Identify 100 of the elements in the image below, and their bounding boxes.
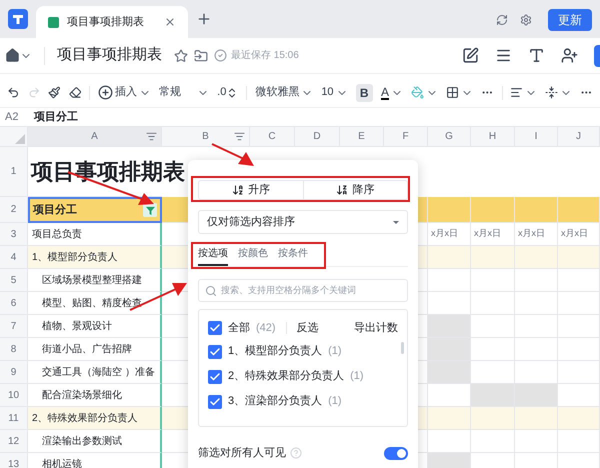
table-cell[interactable] [515,197,558,223]
star-icon[interactable] [174,48,188,62]
filter-menu-icon[interactable] [146,131,157,142]
table-cell[interactable] [471,292,515,315]
row-number[interactable]: 7 [10,318,16,334]
table-cell[interactable] [471,197,515,223]
table-cell[interactable]: 2、特殊效果部分负责人 [28,407,162,430]
browser-tab[interactable]: 项目事项排期表 [36,6,188,38]
select-all-label[interactable]: 全部 [228,320,250,336]
filter-tab[interactable]: 按条件 [278,246,308,266]
table-cell[interactable]: 模型、贴图、精度检查 [28,292,162,315]
table-cell[interactable] [558,430,600,453]
document-title[interactable]: 项目事项排期表 [57,44,162,67]
column-header[interactable]: F [402,129,409,144]
help-icon[interactable] [290,447,302,460]
search-input[interactable]: 搜索、支持用空格分隔多个关键词 [221,284,401,298]
row-number[interactable]: 5 [10,272,16,288]
update-button[interactable]: 更新 [548,9,592,31]
column-header[interactable]: E [358,129,365,144]
table-cell[interactable] [471,430,515,453]
decimal-stepper[interactable]: .0 [217,84,238,101]
sort-button[interactable]: 降序 [304,181,407,199]
font-color-button[interactable]: A [380,86,403,100]
column-header[interactable]: B [202,129,209,144]
option-label[interactable]: 3、渲染部分负责人 [228,393,322,410]
row-number[interactable]: 8 [10,342,16,356]
table-cell[interactable] [471,315,515,338]
shaded-cell[interactable] [428,361,471,384]
font-dropdown[interactable]: 微软雅黑 [255,84,314,101]
table-cell[interactable] [515,315,558,338]
row-number[interactable]: 9 [10,364,16,380]
table-cell[interactable] [515,292,558,315]
table-cell[interactable] [558,407,600,430]
filter-tab[interactable]: 按选项 [198,246,228,266]
insert-button[interactable]: 插入 [98,84,152,101]
row-number[interactable]: 4 [10,250,16,264]
row-number[interactable]: 1 [10,164,16,179]
fill-color-icon[interactable] [410,86,424,99]
search-field[interactable]: 搜索、支持用空格分隔多个关键词 [198,279,408,302]
new-tab-icon[interactable] [196,11,212,27]
table-cell[interactable] [558,315,600,338]
column-header[interactable]: J [576,129,581,144]
scrollbar-thumb[interactable] [401,342,404,354]
table-cell[interactable] [515,430,558,453]
option-label[interactable]: 1、模型部分负责人 [228,343,322,360]
settings-icon[interactable] [520,14,532,26]
bold-button[interactable]: B [356,84,373,102]
shaded-cell[interactable] [515,384,558,407]
table-cell[interactable] [558,338,600,361]
align-icon[interactable] [510,86,524,99]
table-cell[interactable] [428,246,471,269]
sort-button[interactable]: 升序 [199,181,304,199]
edit-task-icon[interactable] [462,47,479,64]
table-cell[interactable] [558,292,600,315]
share-button-edge[interactable] [594,44,600,66]
table-cell[interactable]: 1、模型部分负责人 [28,246,162,269]
folder-icon[interactable] [194,48,208,62]
shaded-cell[interactable] [471,384,515,407]
checkbox[interactable] [208,370,222,384]
table-cell[interactable] [428,269,471,292]
filter-active-icon[interactable] [143,203,157,217]
column-header[interactable]: C [268,129,276,144]
table-cell[interactable] [515,246,558,269]
close-icon[interactable] [164,16,176,28]
app-logo-icon[interactable] [8,9,28,29]
table-cell[interactable] [471,338,515,361]
add-user-icon[interactable] [561,47,578,64]
vertical-align-icon[interactable] [545,86,558,99]
format-painter-icon[interactable] [48,86,61,99]
column-header[interactable]: H [488,129,496,144]
home-icon[interactable] [5,48,20,63]
table-cell[interactable] [558,246,600,269]
border-icon[interactable] [446,86,459,99]
checkbox[interactable] [208,394,222,408]
table-cell[interactable]: 交通工具（海陆空 ）准备 [28,361,162,384]
table-cell[interactable] [558,269,600,292]
table-cell[interactable] [515,407,558,430]
redo-icon[interactable] [28,86,40,99]
row-number[interactable]: 2 [10,202,16,217]
table-cell[interactable]: 街道小品、广告招牌 [28,338,162,361]
table-cell[interactable] [515,269,558,292]
column-header[interactable]: I [534,129,538,144]
font-size-dropdown[interactable]: 10 [321,84,348,101]
table-cell[interactable] [471,269,515,292]
checkbox[interactable] [208,321,222,335]
filter-menu-icon[interactable] [234,131,245,142]
column-header[interactable]: D [313,129,321,144]
filter-tab[interactable]: 按颜色 [238,246,268,266]
invert-link[interactable]: 反选 [296,320,319,336]
visibility-toggle[interactable] [384,446,408,460]
row-number[interactable]: 3 [10,226,16,242]
refresh-icon[interactable] [496,14,508,26]
checkbox[interactable] [208,344,222,358]
sort-scope-dropdown[interactable]: 仅对筛选内容排序 [198,210,408,234]
table-cell[interactable] [515,338,558,361]
number-format-dropdown[interactable]: 常规 [159,84,210,101]
table-cell[interactable] [428,197,471,223]
option-label[interactable]: 2、特殊效果部分负责人 [228,368,344,385]
table-cell[interactable] [428,407,471,430]
menu-icon[interactable] [495,47,512,64]
